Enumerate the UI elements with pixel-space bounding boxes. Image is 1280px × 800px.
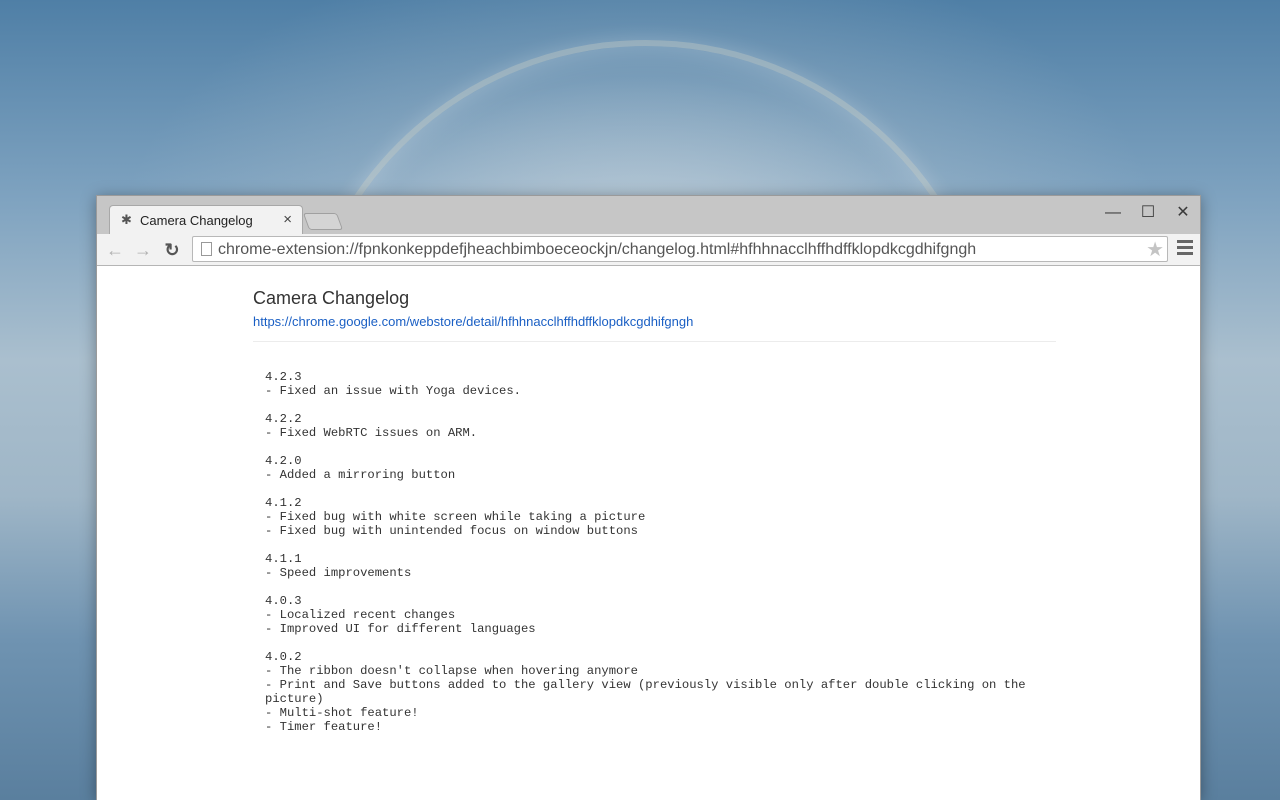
- webstore-link[interactable]: https://chrome.google.com/webstore/detai…: [253, 314, 693, 329]
- change-item: - Fixed bug with unintended focus on win…: [265, 524, 638, 538]
- browser-window: ✱ Camera Changelog × — ☐ ✕ ← → ↻ chrome-…: [96, 195, 1201, 800]
- changelog-entry: 4.2.0- Added a mirroring button: [265, 454, 1055, 482]
- url-text[interactable]: chrome-extension://fpnkonkeppdefjheachbi…: [218, 241, 976, 259]
- version-number: 4.1.2: [265, 496, 302, 510]
- version-number: 4.2.2: [265, 412, 302, 426]
- change-item: - Fixed WebRTC issues on ARM.: [265, 426, 478, 440]
- change-item: - Added a mirroring button: [265, 468, 456, 482]
- minimize-icon[interactable]: —: [1102, 202, 1124, 224]
- version-number: 4.1.1: [265, 552, 302, 566]
- changelog-entry: 4.1.2- Fixed bug with white screen while…: [265, 496, 1055, 538]
- version-number: 4.2.0: [265, 454, 302, 468]
- back-icon[interactable]: ←: [103, 238, 127, 262]
- changelog-list: 4.2.3- Fixed an issue with Yoga devices.…: [265, 370, 1055, 748]
- change-item: - Localized recent changes: [265, 608, 456, 622]
- changelog-entry: 4.2.3- Fixed an issue with Yoga devices.: [265, 370, 1055, 398]
- page-title: Camera Changelog: [253, 288, 410, 308]
- browser-toolbar: ← → ↻ chrome-extension://fpnkonkeppdefjh…: [97, 234, 1200, 266]
- version-number: 4.0.2: [265, 650, 302, 664]
- change-item: - Fixed bug with white screen while taki…: [265, 510, 646, 524]
- divider: [253, 341, 1056, 342]
- change-item: - The ribbon doesn't collapse when hover…: [265, 664, 638, 678]
- tab-title: Camera Changelog: [140, 213, 253, 228]
- change-item: - Timer feature!: [265, 720, 383, 734]
- change-item: - Improved UI for different languages: [265, 622, 536, 636]
- bookmark-star-icon[interactable]: ★: [1146, 237, 1164, 262]
- page-content: Camera Changelog https://chrome.google.c…: [97, 266, 1200, 800]
- page-icon: [201, 242, 212, 256]
- tab-camera-changelog[interactable]: ✱ Camera Changelog ×: [109, 205, 303, 235]
- reload-icon[interactable]: ↻: [160, 238, 184, 262]
- change-item: - Fixed an issue with Yoga devices.: [265, 384, 521, 398]
- title-bar: ✱ Camera Changelog × — ☐ ✕: [97, 196, 1200, 235]
- menu-icon[interactable]: [1177, 240, 1193, 258]
- changelog-entry: 4.1.1- Speed improvements: [265, 552, 1055, 580]
- puzzle-icon: ✱: [121, 212, 132, 227]
- change-item: - Speed improvements: [265, 566, 412, 580]
- forward-icon[interactable]: →: [131, 238, 155, 262]
- close-tab-icon[interactable]: ×: [283, 211, 292, 228]
- change-item: - Print and Save buttons added to the ga…: [265, 678, 1033, 706]
- changelog-entry: 4.0.2- The ribbon doesn't collapse when …: [265, 650, 1055, 734]
- change-item: - Multi-shot feature!: [265, 706, 419, 720]
- close-window-icon[interactable]: ✕: [1172, 202, 1194, 224]
- maximize-icon[interactable]: ☐: [1137, 202, 1159, 224]
- changelog-entry: 4.0.3- Localized recent changes - Improve…: [265, 594, 1055, 636]
- version-number: 4.0.3: [265, 594, 302, 608]
- version-number: 4.2.3: [265, 370, 302, 384]
- address-bar[interactable]: chrome-extension://fpnkonkeppdefjheachbi…: [192, 236, 1168, 262]
- changelog-entry: 4.2.2- Fixed WebRTC issues on ARM.: [265, 412, 1055, 440]
- new-tab-button[interactable]: [302, 213, 344, 230]
